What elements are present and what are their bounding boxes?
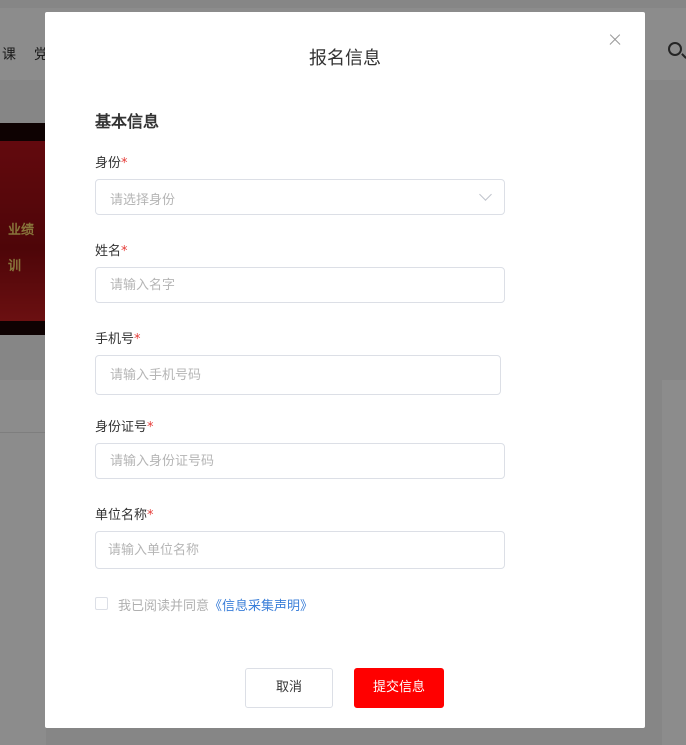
agreement-link[interactable]: 《信息采集声明》	[209, 599, 313, 614]
phone-field-box	[95, 355, 501, 395]
required-mark: *	[147, 420, 154, 435]
required-mark: *	[121, 156, 128, 171]
required-mark: *	[147, 508, 154, 523]
identity-label: 身份*	[95, 156, 128, 171]
identity-select[interactable]: 请选择身份	[95, 179, 505, 215]
agreement-text: 我已阅读并同意	[118, 599, 210, 614]
phone-input[interactable]	[96, 356, 500, 394]
modal-title: 报名信息	[309, 48, 381, 69]
organization-input[interactable]	[96, 532, 504, 568]
close-icon[interactable]	[607, 32, 623, 48]
identity-select-placeholder: 请选择身份	[110, 193, 176, 208]
name-input[interactable]	[96, 268, 504, 302]
name-label: 姓名*	[95, 244, 128, 259]
organization-field-box	[95, 531, 505, 569]
cancel-button[interactable]: 取消	[245, 668, 333, 708]
id-number-label: 身份证号*	[95, 420, 154, 435]
name-field-box	[95, 267, 505, 303]
agreement-checkbox[interactable]	[95, 597, 108, 610]
chevron-down-icon	[479, 188, 492, 201]
section-title: 基本信息	[95, 112, 160, 131]
required-mark: *	[121, 244, 128, 259]
id-number-field-box	[95, 443, 505, 479]
phone-label: 手机号*	[95, 332, 141, 347]
submit-button[interactable]: 提交信息	[354, 668, 444, 708]
registration-modal: 报名信息 基本信息 身份* 请选择身份 姓名* 手机号* 身份证号* 单位名称*…	[45, 12, 645, 728]
organization-label: 单位名称*	[95, 508, 154, 523]
required-mark: *	[134, 332, 141, 347]
id-number-input[interactable]	[96, 444, 504, 478]
